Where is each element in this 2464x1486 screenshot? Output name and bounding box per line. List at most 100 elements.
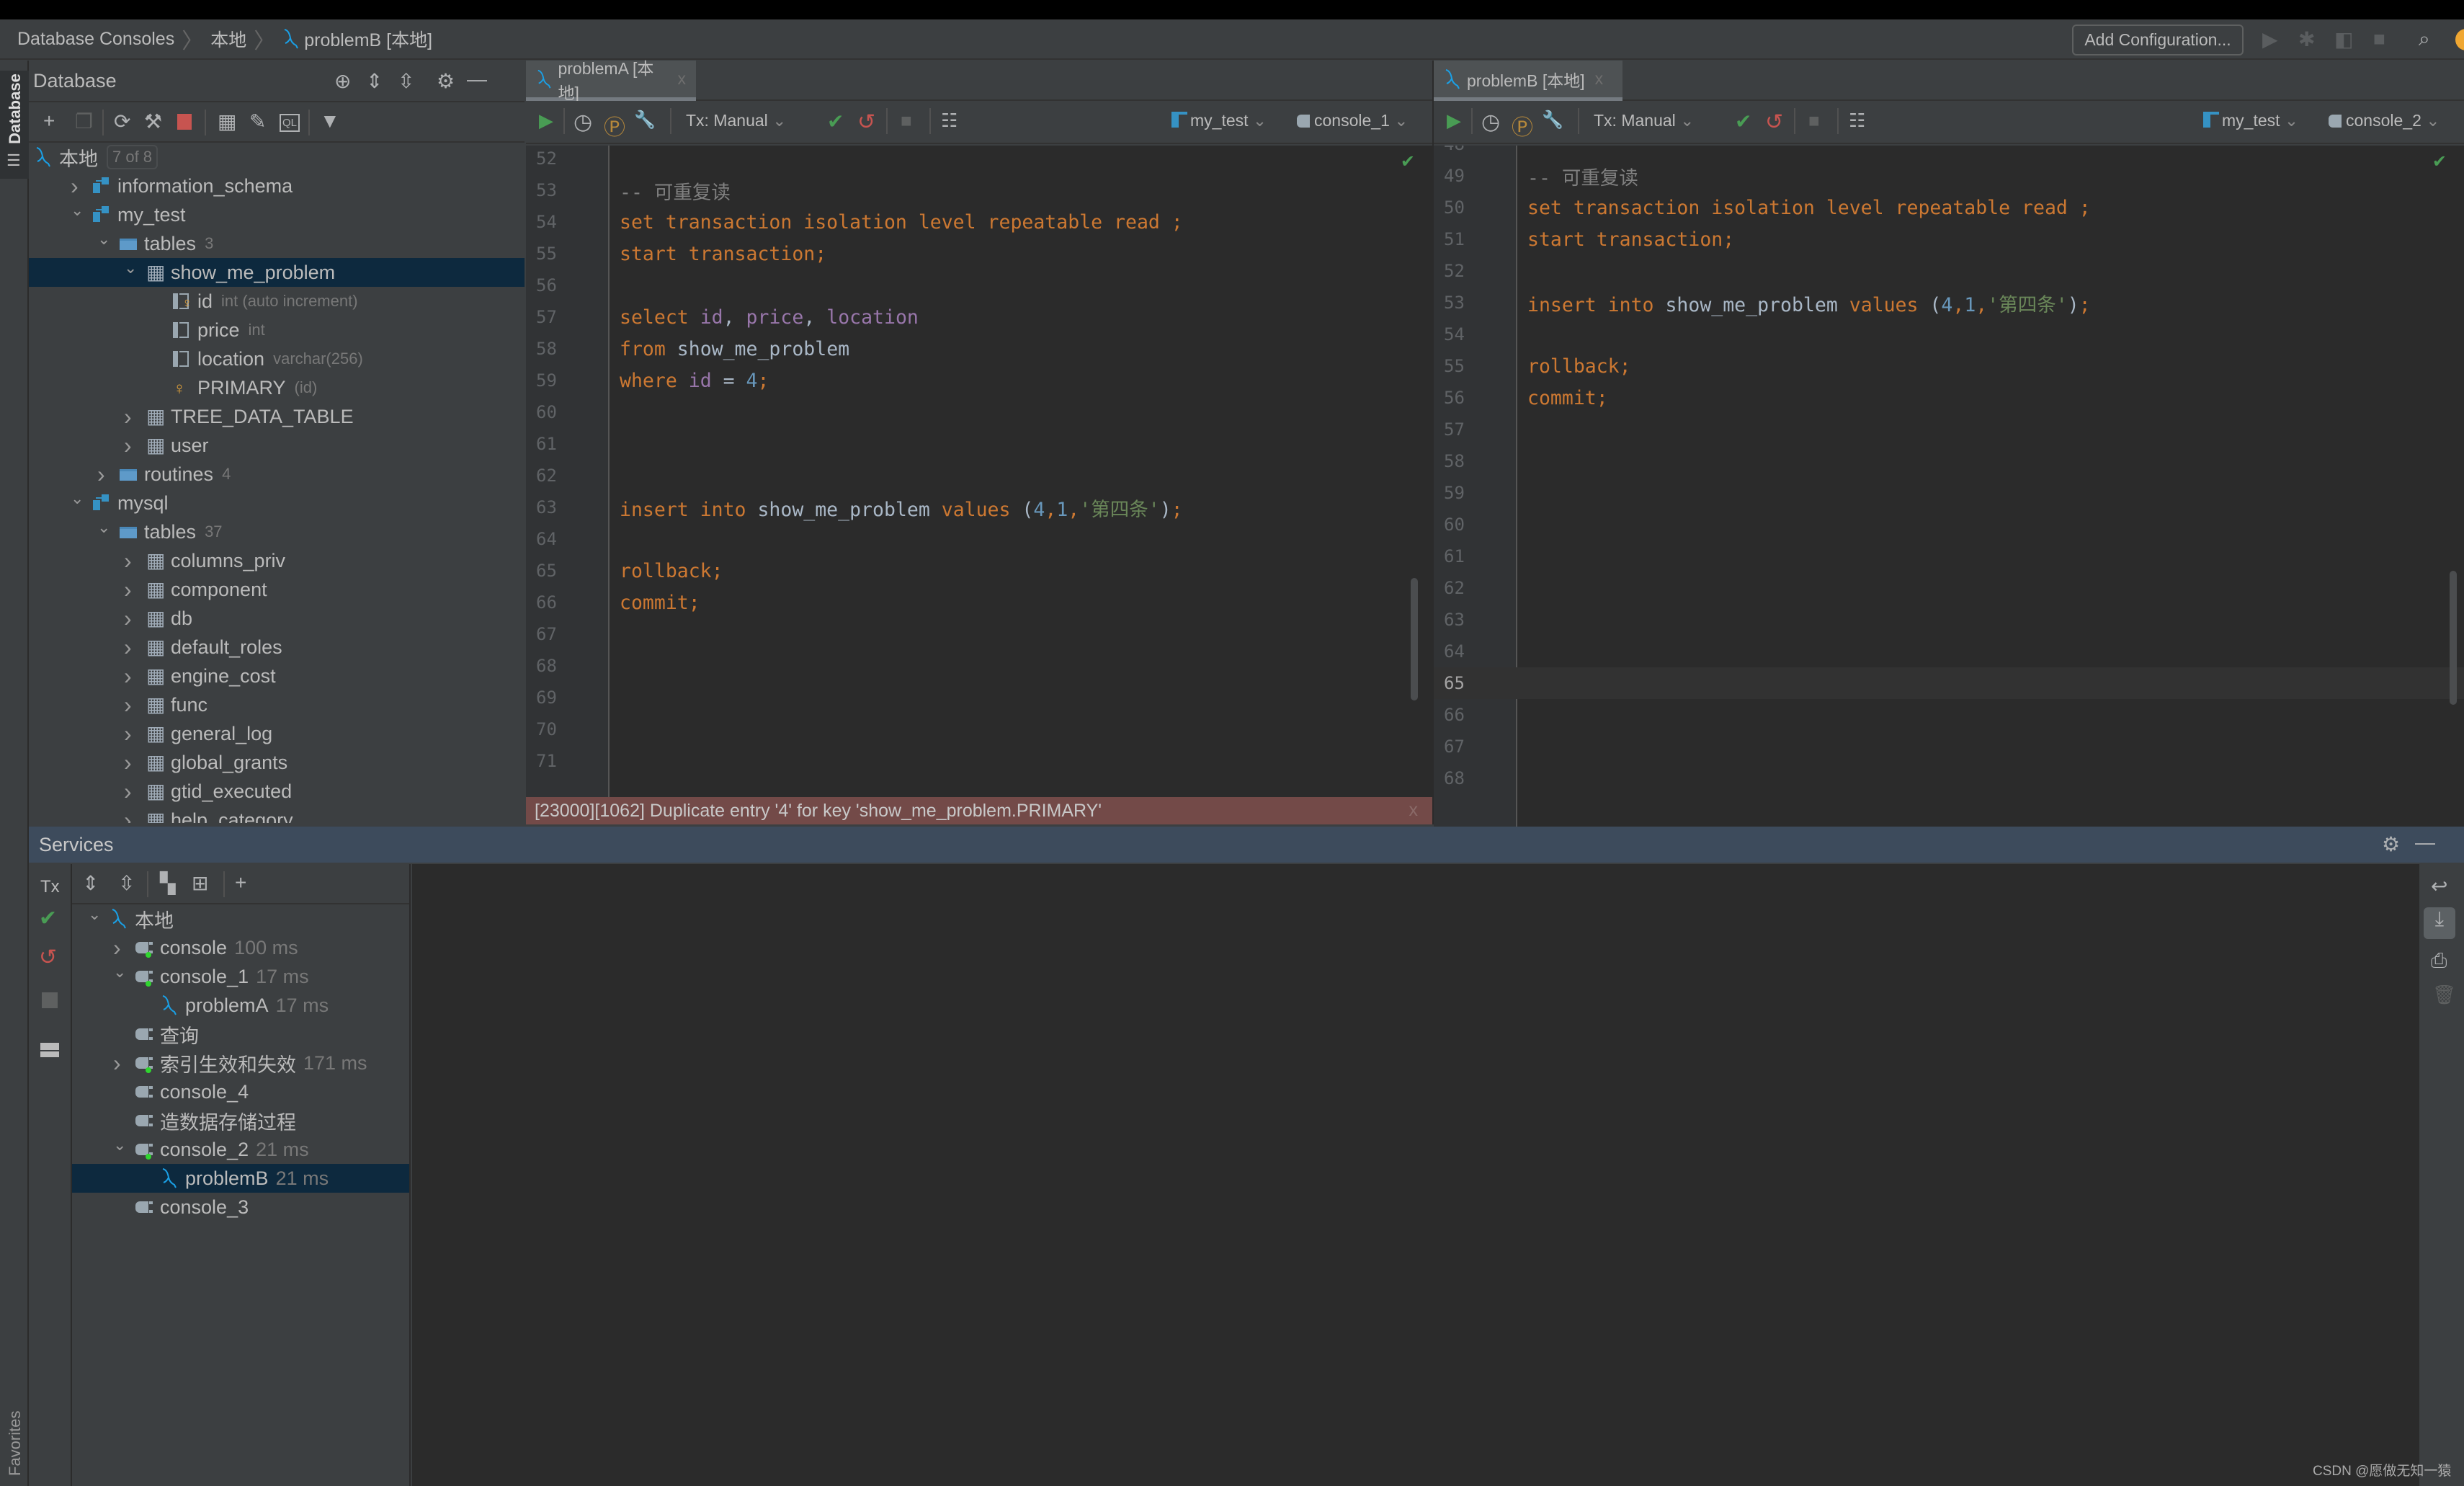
chevron-right-icon[interactable]: › xyxy=(124,577,146,603)
tree-item[interactable]: › ▦ columns_priv xyxy=(29,546,525,575)
tree-item[interactable]: › console 100 ms xyxy=(72,933,409,962)
tx-settings-button[interactable]: Tx xyxy=(40,877,60,897)
expand-all-icon[interactable]: ⇕ xyxy=(366,69,383,93)
soft-wrap-icon[interactable]: ↩ xyxy=(2431,874,2447,898)
tree-item[interactable]: ♀ PRIMARY (id) xyxy=(29,373,525,402)
filter-icon[interactable]: ▼ xyxy=(320,110,340,133)
commit-icon[interactable]: ✔ xyxy=(39,906,57,931)
code-area[interactable]: 48 49 -- 可重复读 50 set transaction isolation l… xyxy=(1434,146,2464,827)
tree-item[interactable]: › ▦ engine_cost xyxy=(29,662,525,690)
refresh-icon[interactable]: ⟳ xyxy=(114,110,130,133)
chevron-down-icon[interactable]: ⌄ xyxy=(113,963,135,982)
chevron-right-icon[interactable]: › xyxy=(124,548,146,574)
group-by-icon[interactable]: ▚ xyxy=(160,871,176,895)
tree-item[interactable]: console_4 xyxy=(72,1077,409,1106)
tree-item[interactable]: › routines 4 xyxy=(29,460,525,489)
duplicate-icon[interactable]: ❐ xyxy=(75,110,93,133)
close-tab-icon[interactable]: x xyxy=(1595,69,1604,89)
print-icon[interactable]: ⎙ xyxy=(2431,949,2447,973)
parameters-icon[interactable]: Ⓟ xyxy=(604,110,625,141)
sql-console-icon[interactable]: QL xyxy=(280,114,300,132)
chevron-right-icon[interactable]: › xyxy=(113,1050,135,1077)
tree-item[interactable]: ⌄ ▦ show_me_problem xyxy=(29,258,525,287)
tree-item[interactable]: › ▦ db xyxy=(29,604,525,633)
session-selector[interactable]: console_2 ⌄ xyxy=(2329,111,2440,130)
tree-item[interactable]: location varchar(256) xyxy=(29,344,525,373)
locate-icon[interactable]: ⊕ xyxy=(334,69,351,93)
rollback-icon[interactable]: ↺ xyxy=(857,110,875,135)
tree-item[interactable]: ⌄ tables 3 xyxy=(29,229,525,258)
database-tool-window-button[interactable]: Database ☰ xyxy=(0,71,29,179)
chevron-down-icon[interactable]: ⌄ xyxy=(97,518,120,537)
add-icon[interactable]: + xyxy=(43,110,55,133)
breadcrumb-item[interactable]: 本地 xyxy=(210,26,246,52)
chevron-right-icon[interactable]: › xyxy=(97,461,120,488)
run-icon[interactable]: ▶ xyxy=(1447,110,1461,132)
trash-icon[interactable]: 🗑 xyxy=(2432,984,2456,1006)
chevron-right-icon[interactable]: › xyxy=(124,778,146,805)
tree-item[interactable]: ⌄ 本地 xyxy=(72,904,409,933)
tree-item[interactable]: › ▦ general_log xyxy=(29,719,525,748)
settings-wrench-icon[interactable]: 🔧 xyxy=(634,110,656,130)
editor-tab[interactable]: problemB [本地] x xyxy=(1434,61,1622,101)
coverage-icon[interactable]: ◧ xyxy=(2334,27,2353,51)
chevron-down-icon[interactable]: ⌄ xyxy=(97,230,120,249)
tree-item[interactable]: › ▦ default_roles xyxy=(29,633,525,662)
tree-item[interactable]: 本地 7 of 8 xyxy=(29,143,525,172)
close-tab-icon[interactable]: x xyxy=(678,69,687,89)
chevron-right-icon[interactable]: › xyxy=(113,935,135,961)
tree-item[interactable]: ⌄ console_1 17 ms xyxy=(72,962,409,991)
tx-mode-dropdown[interactable]: Tx: Manual ⌄ xyxy=(1594,111,1694,130)
tree-item[interactable]: › ▦ help_category xyxy=(29,806,525,824)
tree-item[interactable]: ⌄ console_2 21 ms xyxy=(72,1135,409,1164)
session-selector[interactable]: console_1 ⌄ xyxy=(1297,111,1409,130)
table-editor-icon[interactable]: ▦ xyxy=(218,110,236,133)
tree-item[interactable]: 查询 xyxy=(72,1020,409,1049)
chevron-down-icon[interactable]: ⌄ xyxy=(113,1136,135,1154)
collapse-all-icon[interactable]: ⇳ xyxy=(118,871,135,895)
tree-item[interactable]: problemA 17 ms xyxy=(72,991,409,1020)
tree-item[interactable]: ⌄ my_test xyxy=(29,200,525,229)
result-view-icon[interactable]: ☷ xyxy=(1849,110,1865,132)
chevron-right-icon[interactable]: › xyxy=(124,605,146,632)
gear-icon[interactable]: ⚙ xyxy=(437,69,455,93)
favorites-stripe-button[interactable]: Favorites xyxy=(6,1411,24,1476)
scrollbar-thumb[interactable] xyxy=(1411,578,1418,700)
scrollbar-thumb[interactable] xyxy=(2450,571,2457,705)
scroll-to-end-icon[interactable]: ⤓ xyxy=(2424,907,2455,939)
breadcrumb-item[interactable]: Database Consoles xyxy=(17,29,174,50)
tree-item[interactable]: price int xyxy=(29,316,525,344)
chevron-right-icon[interactable]: › xyxy=(124,807,146,824)
chevron-right-icon[interactable]: › xyxy=(124,432,146,459)
tree-item[interactable]: › 索引生效和失效 171 ms xyxy=(72,1049,409,1077)
tree-item[interactable]: console_3 xyxy=(72,1193,409,1222)
add-icon[interactable]: + xyxy=(235,871,246,894)
tree-item[interactable]: ⌄ mysql xyxy=(29,489,525,517)
tree-item[interactable]: › ▦ user xyxy=(29,431,525,460)
tree-item[interactable]: 造数据存储过程 xyxy=(72,1106,409,1135)
tx-mode-dropdown[interactable]: Tx: Manual ⌄ xyxy=(686,111,786,130)
stop-icon[interactable]: ■ xyxy=(2373,27,2385,50)
parameters-icon[interactable]: Ⓟ xyxy=(1512,110,1533,141)
run-icon[interactable]: ▶ xyxy=(2262,27,2278,51)
add-service-icon[interactable]: ⊞ xyxy=(192,871,208,895)
search-icon[interactable]: ⌕ xyxy=(2419,27,2430,51)
tree-item[interactable]: › ▦ gtid_executed xyxy=(29,777,525,806)
chevron-right-icon[interactable]: › xyxy=(124,404,146,430)
history-icon[interactable]: ◷ xyxy=(1481,110,1500,135)
breadcrumb-item[interactable]: problemB [本地] xyxy=(304,26,432,52)
schema-selector[interactable]: my_test ⌄ xyxy=(2203,111,2298,130)
chevron-down-icon[interactable]: ⌄ xyxy=(88,905,110,924)
debug-icon[interactable]: ✱ xyxy=(2298,27,2315,51)
rollback-icon[interactable]: ↺ xyxy=(39,945,57,970)
tree-item[interactable]: ⌄ tables 37 xyxy=(29,517,525,546)
close-icon[interactable]: x xyxy=(1409,800,1419,821)
collapse-all-icon[interactable]: ⇳ xyxy=(398,69,414,93)
chevron-down-icon[interactable]: ⌄ xyxy=(124,259,146,277)
schema-selector[interactable]: my_test ⌄ xyxy=(1171,111,1267,130)
stop-icon[interactable]: ■ xyxy=(901,110,912,132)
chevron-right-icon[interactable]: › xyxy=(124,749,146,776)
history-icon[interactable]: ◷ xyxy=(573,110,592,135)
stop-icon[interactable] xyxy=(177,114,192,130)
minimize-icon[interactable]: — xyxy=(2415,831,2435,854)
